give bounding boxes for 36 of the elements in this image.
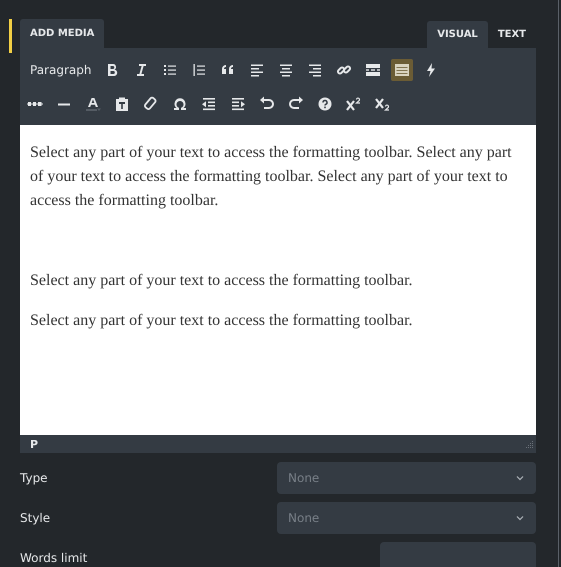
- field-label: Type: [20, 471, 48, 485]
- paragraph: Select any part of your text to access the formatting toolbar.: [30, 311, 414, 331]
- subscript-icon: [375, 96, 391, 112]
- chevron-down-icon: [516, 514, 524, 522]
- field-label: Style: [20, 511, 50, 525]
- text-color-icon: [85, 96, 101, 112]
- editor-content[interactable]: [20, 125, 536, 435]
- help-icon: [317, 96, 333, 112]
- chevron-down-icon: [516, 474, 524, 482]
- editor-tab[interactable]: VISUAL: [427, 21, 488, 48]
- numbered-list-icon: [191, 62, 208, 78]
- redo-icon: [288, 96, 304, 112]
- field-label: Words limit: [20, 551, 88, 565]
- read-more-icon: [365, 62, 382, 78]
- omega-icon: [172, 96, 188, 112]
- align-right-icon: [307, 62, 324, 78]
- editor-tab[interactable]: TEXT: [488, 21, 536, 48]
- format-dropdown[interactable]: Paragraph: [24, 57, 98, 83]
- paragraph: Select any part of your text to access the formatting toolbar. Select any part of your text to access the formatting toolbar. Select any part of your text to access the formatting toolbar.: [30, 143, 513, 211]
- paragraph: Select any part of your text to access the formatting toolbar.: [30, 271, 414, 291]
- superscript-icon: [346, 96, 362, 112]
- input-field[interactable]: [380, 542, 536, 567]
- bullet-list-icon: [162, 62, 178, 78]
- indent-icon: [230, 96, 246, 112]
- undo-icon: [259, 96, 275, 112]
- eraser-icon: [143, 96, 159, 112]
- horizontal-line-icon: [56, 102, 72, 106]
- toolbar-toggle-button[interactable]: [391, 59, 414, 81]
- element-path[interactable]: P: [30, 438, 38, 450]
- add-media-button[interactable]: ADD MEDIA: [20, 19, 104, 48]
- toolbar-toggle-icon: [394, 62, 410, 78]
- align-left-icon: [249, 62, 266, 78]
- clipboard-icon: [114, 96, 130, 112]
- focus-marker: [9, 19, 12, 53]
- align-center-icon: [278, 62, 294, 78]
- outdent-icon: [201, 96, 217, 112]
